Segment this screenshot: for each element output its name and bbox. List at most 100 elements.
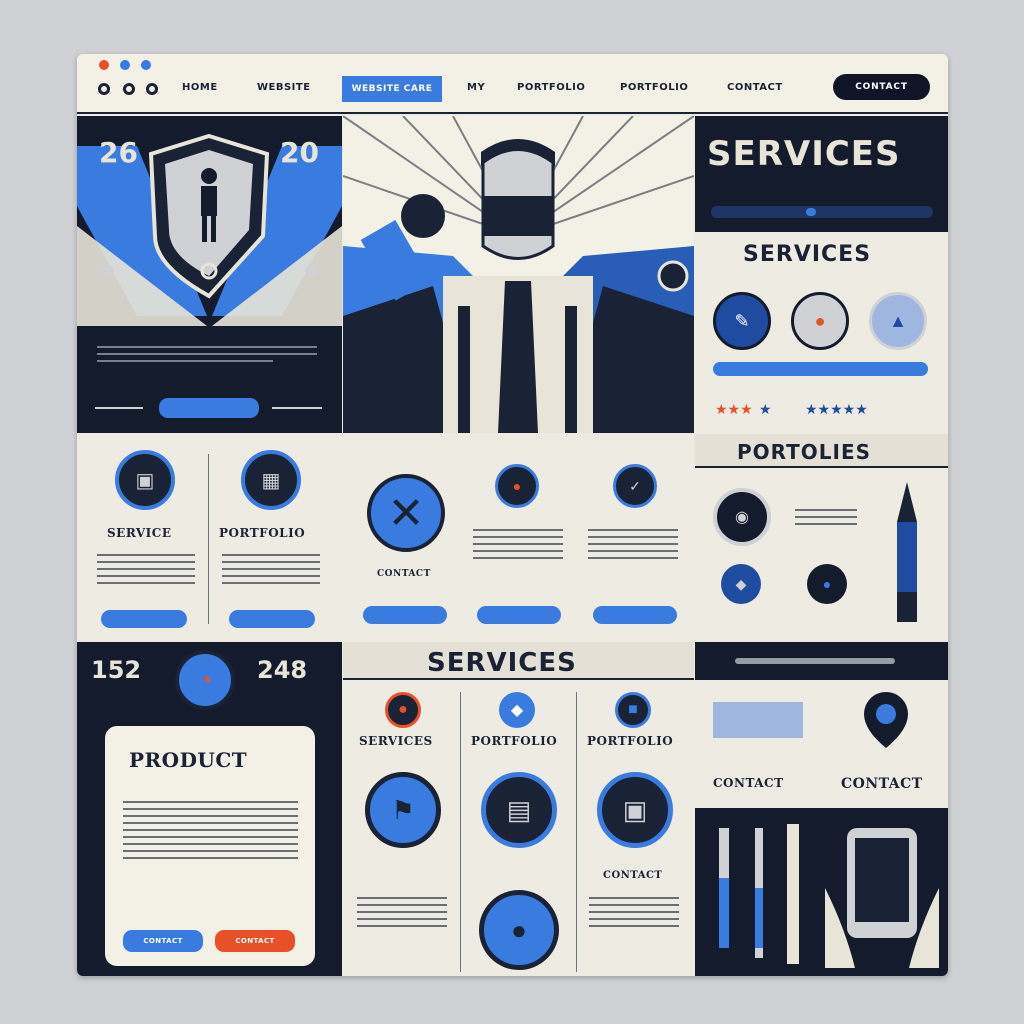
portfolio-image[interactable]: ▤ bbox=[481, 772, 557, 848]
service-portfolio-cards: ▣ ▦ SERVICE PORTFOLIO bbox=[77, 434, 342, 641]
service-icon-3[interactable]: ▲ bbox=[869, 292, 927, 350]
nav-circle-icon bbox=[146, 83, 158, 95]
superhero-businessman-graphic bbox=[343, 116, 694, 433]
text-lines bbox=[795, 504, 857, 530]
contact-title: CONTACT bbox=[841, 776, 923, 792]
window-maximize-dot[interactable] bbox=[141, 60, 151, 70]
nav-link-home[interactable]: HOME bbox=[182, 82, 218, 93]
text-lines bbox=[357, 892, 447, 932]
portfolio-icon[interactable]: ▦ bbox=[241, 450, 301, 510]
card-button[interactable] bbox=[593, 606, 677, 624]
service-icon-1[interactable]: ✎ bbox=[713, 292, 771, 350]
header-dots bbox=[735, 658, 895, 664]
learn-more-button[interactable] bbox=[159, 398, 259, 418]
rating-star: ★ bbox=[759, 401, 772, 417]
service-card-title: SERVICE bbox=[107, 526, 172, 540]
window-minimize-dot[interactable] bbox=[120, 60, 130, 70]
nav-link-portfolio[interactable]: PORTFOLIO bbox=[517, 82, 585, 93]
nav-link-contact[interactable]: CONTACT bbox=[727, 82, 783, 93]
contact-card: CONTACT CONTACT bbox=[695, 680, 948, 808]
location-pin-icon bbox=[864, 692, 908, 748]
product-secondary-button[interactable]: CONTACT bbox=[215, 930, 295, 952]
product-card: PRODUCT CONTACT CONTACT bbox=[105, 726, 315, 966]
feature-icon-3[interactable]: ✓ bbox=[613, 464, 657, 508]
portfolio-item-icon[interactable]: ● bbox=[807, 564, 847, 604]
cross-icon[interactable]: ✕ bbox=[367, 474, 445, 552]
nav-link-active[interactable]: WEBSITE CARE bbox=[342, 76, 442, 102]
product-title: PRODUCT bbox=[129, 748, 248, 772]
portfolio-header: PORTOLIES bbox=[695, 434, 948, 468]
text-lines bbox=[589, 892, 679, 932]
services-section-header: SERVICES bbox=[343, 642, 694, 680]
stat-small-left: 152 bbox=[91, 656, 142, 684]
services-subtitle: SERVICES bbox=[743, 242, 872, 267]
tools-and-phone-graphic bbox=[719, 824, 939, 968]
portfolio-panel: PORTOLIES ◉ ◆ ● bbox=[695, 434, 948, 641]
portfolio-icon[interactable]: ■ bbox=[615, 692, 651, 728]
text-lines bbox=[222, 549, 320, 589]
hero-illustration bbox=[343, 116, 694, 433]
product-panel: 152 248 ◔ PRODUCT CONTACT CONTACT bbox=[77, 642, 342, 976]
contact-small-label: CONTACT bbox=[713, 776, 784, 790]
stat-left: 26 bbox=[99, 136, 138, 169]
stat-small-right: 248 bbox=[257, 656, 308, 684]
browser-window: HOME WEBSITE WEBSITE CARE MY PORTFOLIO P… bbox=[77, 54, 948, 976]
text-lines bbox=[588, 524, 678, 564]
contact-button[interactable]: CONTACT bbox=[833, 74, 930, 100]
services-title: SERVICES bbox=[707, 134, 901, 174]
divider bbox=[460, 692, 461, 972]
divider bbox=[576, 692, 577, 972]
card-title-portfolio-2: PORTFOLIO bbox=[587, 734, 674, 748]
nav-link-portfolio-2[interactable]: PORTFOLIO bbox=[620, 82, 688, 93]
card-button[interactable] bbox=[101, 610, 187, 628]
text-lines bbox=[97, 549, 195, 589]
portfolio-title: PORTOLIES bbox=[737, 440, 872, 464]
portfolio-item-icon[interactable]: ◆ bbox=[721, 564, 761, 604]
rating-stars: ★★★★★ bbox=[805, 401, 868, 417]
divider bbox=[95, 407, 143, 409]
nav-link-my[interactable]: MY bbox=[467, 82, 485, 93]
text-lines bbox=[473, 524, 563, 564]
divider bbox=[272, 407, 322, 409]
nav-link-website[interactable]: WEBSITE bbox=[257, 82, 311, 93]
card-title-portfolio: PORTFOLIO bbox=[471, 734, 558, 748]
nav-circle-icon bbox=[98, 83, 110, 95]
services-header: SERVICES bbox=[695, 116, 948, 232]
contact-image[interactable]: ● bbox=[479, 890, 559, 970]
product-contact-button[interactable]: CONTACT bbox=[123, 930, 203, 952]
feature-card-title: CONTACT bbox=[377, 569, 431, 579]
slider-track[interactable] bbox=[711, 206, 933, 218]
nav-circle-icon bbox=[123, 83, 135, 95]
services-card: SERVICES ✎ ● ▲ ★★★ ★ ★★★★★ bbox=[695, 232, 948, 433]
portfolio-item-icon[interactable]: ◉ bbox=[713, 488, 771, 546]
service-tabs[interactable] bbox=[713, 362, 928, 376]
window-close-dot[interactable] bbox=[99, 60, 109, 70]
feature-icon-2[interactable]: ● bbox=[495, 464, 539, 508]
rating-star: ★★★ bbox=[715, 401, 753, 417]
card-button[interactable] bbox=[477, 606, 561, 624]
portfolio-image-2[interactable]: ▣ bbox=[597, 772, 673, 848]
stat-right: 20 bbox=[280, 136, 319, 169]
feature-cards: ✕ CONTACT ● ✓ bbox=[343, 434, 694, 641]
portfolio-icon[interactable]: ◆ bbox=[499, 692, 535, 728]
pen-icon bbox=[897, 482, 917, 622]
text-lines bbox=[123, 796, 298, 864]
contact-header-strip bbox=[695, 642, 948, 680]
service-icon[interactable]: ● bbox=[385, 692, 421, 728]
contact-image-placeholder bbox=[713, 702, 803, 738]
shield-panel: 26 20 bbox=[77, 116, 342, 433]
card-button[interactable] bbox=[363, 606, 447, 624]
card-button[interactable] bbox=[229, 610, 315, 628]
tools-illustration bbox=[695, 808, 948, 976]
portfolio-card-title: PORTFOLIO bbox=[219, 526, 306, 540]
chart-icon: ◔ bbox=[175, 650, 235, 710]
card-title-contact: CONTACT bbox=[603, 870, 663, 881]
service-icon-2[interactable]: ● bbox=[791, 292, 849, 350]
card-title-services: SERVICES bbox=[359, 734, 433, 748]
service-image[interactable]: ⚑ bbox=[365, 772, 441, 848]
services-section: SERVICES ● ◆ ■ SERVICES PORTFOLIO PORTFO… bbox=[343, 642, 694, 976]
divider bbox=[208, 454, 209, 624]
services-section-title: SERVICES bbox=[427, 648, 577, 678]
service-icon[interactable]: ▣ bbox=[115, 450, 175, 510]
top-navigation-bar: HOME WEBSITE WEBSITE CARE MY PORTFOLIO P… bbox=[77, 54, 948, 114]
